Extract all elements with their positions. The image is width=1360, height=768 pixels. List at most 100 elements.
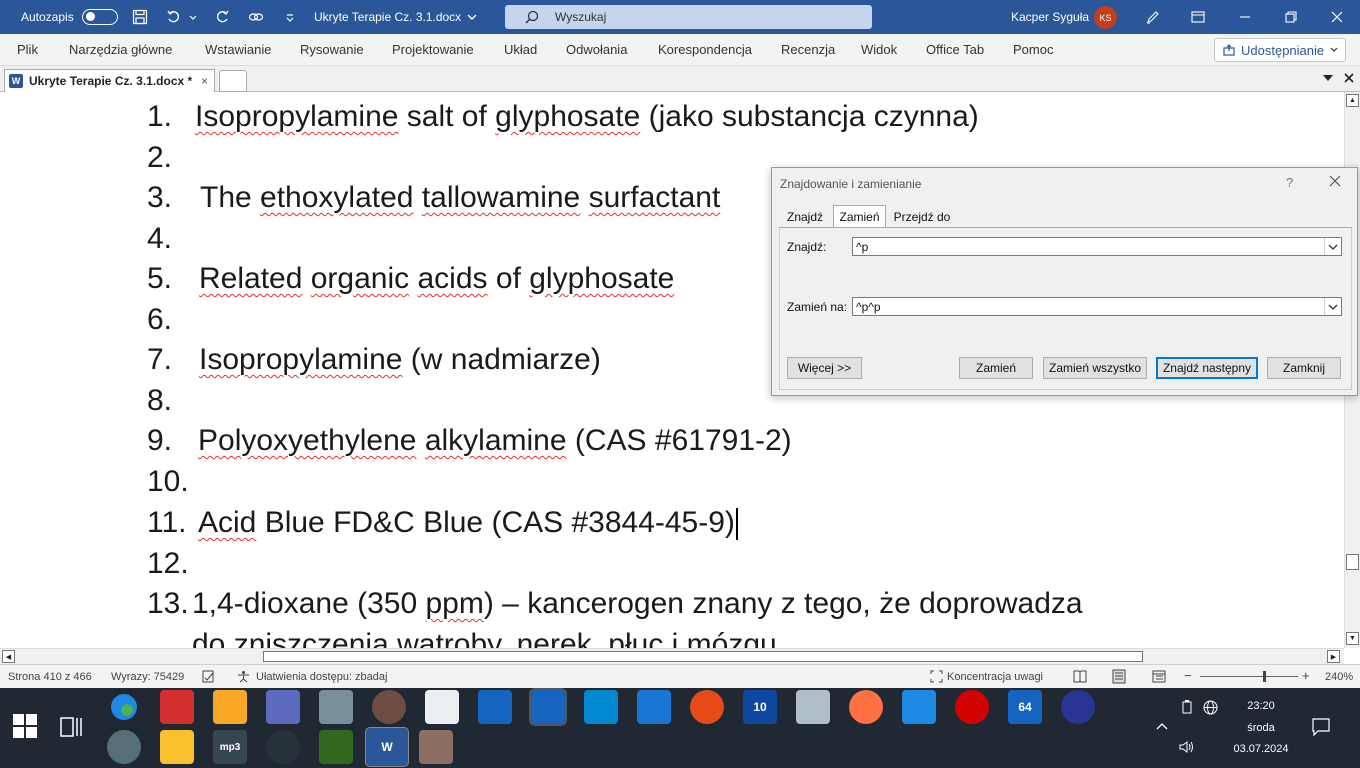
app-10-icon[interactable]: 10 [743,690,777,724]
new-tab-button[interactable] [219,70,247,92]
share-button[interactable]: Udostępnianie [1214,38,1346,62]
tab-odwolania[interactable]: Odwołania [566,42,627,57]
read-mode-icon[interactable] [1073,670,1087,683]
scroll-left-icon[interactable]: ◀ [2,650,15,663]
tab-wstawianie[interactable]: Wstawianie [205,42,271,57]
undo-dropdown-icon[interactable] [188,7,198,27]
edge-app-icon[interactable] [107,690,141,724]
clock-time[interactable]: 23:20 [1236,700,1286,712]
proofing-icon[interactable] [202,670,215,683]
accessibility-status[interactable]: Ułatwienia dostępu: zbadaj [256,671,387,683]
windows-start-icon[interactable] [12,713,38,739]
customize-toolbar-icon[interactable] [280,7,300,27]
focus-mode[interactable]: Koncentracja uwagi [947,671,1043,683]
zoom-slider[interactable] [1200,676,1298,677]
replace-history-dropdown[interactable] [1324,298,1341,315]
megaphone-app-icon[interactable] [690,690,724,724]
tab-znajdz[interactable]: Znajdź [782,206,828,227]
close-tab-icon[interactable]: × [201,74,208,88]
page-count[interactable]: Strona 410 z 466 [8,671,92,683]
tab-uklad[interactable]: Układ [504,42,537,57]
battery-icon[interactable] [1181,700,1193,714]
ribbon-display-icon[interactable] [1189,8,1207,26]
web-layout-icon[interactable] [1152,670,1166,683]
clock-day[interactable]: środa [1236,722,1286,734]
help-icon[interactable]: ? [1286,175,1293,190]
avatar[interactable]: KS [1094,6,1117,29]
replace-button[interactable]: Zamień [959,357,1033,379]
file-explorer-icon[interactable] [213,690,247,724]
save-app-icon[interactable] [478,690,512,724]
clock-date[interactable]: 03.07.2024 [1226,743,1296,755]
print-layout-icon[interactable] [1112,669,1126,684]
checkmark-app-icon[interactable] [160,730,194,764]
scroll-right-icon[interactable]: ▶ [1327,650,1340,663]
close-window-icon[interactable] [1328,8,1346,26]
zoom-level[interactable]: 240% [1325,671,1353,683]
disc-app-icon[interactable] [266,730,300,764]
tab-plik[interactable]: Plik [17,42,38,57]
mail-app-icon[interactable] [160,690,194,724]
replace-all-button[interactable]: Zamień wszystko [1043,357,1147,379]
user-name[interactable]: Kacper Syguła [1011,10,1089,24]
chevron-up-icon[interactable] [1156,722,1168,730]
tab-narzedzia-glowne[interactable]: Narzędzia główne [69,42,172,57]
paint-app-icon[interactable] [419,730,453,764]
app-64-icon[interactable]: 64 [1008,690,1042,724]
close-all-tabs-icon[interactable] [1341,70,1357,86]
blocked-app-icon[interactable] [796,690,830,724]
pen-icon[interactable] [1144,8,1162,26]
tab-pomoc[interactable]: Pomoc [1013,42,1053,57]
more-button[interactable]: Więcej >> [787,357,862,379]
word-count[interactable]: Wyrazy: 75429 [111,671,184,683]
window-app-icon[interactable] [902,690,936,724]
envelope-app-icon[interactable] [425,690,459,724]
replace-field[interactable] [852,297,1342,316]
media-app-icon[interactable] [372,690,406,724]
zoom-in-icon[interactable]: + [1302,668,1310,683]
zoom-slider-knob[interactable] [1263,671,1266,682]
redo-icon[interactable] [212,7,232,27]
tab-przejdz-do[interactable]: Przejdź do [891,206,953,227]
zoom-out-icon[interactable]: − [1184,668,1192,683]
security-app-icon[interactable] [637,690,671,724]
vertical-scroll-thumb[interactable] [1346,554,1359,570]
document-tab[interactable]: W Ukryte Terapie Cz. 3.1.docx * × [4,69,215,92]
close-icon[interactable] [1327,173,1343,189]
find-next-button[interactable]: Znajdź następny [1156,357,1258,379]
network-app-icon[interactable] [584,690,618,724]
autosave-toggle[interactable] [81,9,118,25]
search-box[interactable]: Wyszukaj [505,5,872,29]
find-input[interactable] [853,239,1313,254]
document-title[interactable]: Ukryte Terapie Cz. 3.1.docx [314,10,477,24]
find-field[interactable] [852,237,1342,256]
tab-widok[interactable]: Widok [861,42,897,57]
globe-icon[interactable] [1203,700,1218,715]
scroll-up-icon[interactable]: ▲ [1346,94,1359,107]
chart-app-icon[interactable] [319,730,353,764]
tab-list-dropdown-icon[interactable] [1320,70,1336,86]
task-view-icon[interactable] [60,716,84,738]
volume-icon[interactable] [1179,740,1195,754]
tab-rysowanie[interactable]: Rysowanie [300,42,364,57]
link-icon[interactable] [246,7,266,27]
tab-projektowanie[interactable]: Projektowanie [392,42,474,57]
horizontal-scroll-thumb[interactable] [263,651,1143,662]
horizontal-scrollbar[interactable]: ◀ ▶ [0,648,1344,664]
save-app-2-icon[interactable] [529,688,567,726]
restore-icon[interactable] [1282,8,1300,26]
find-history-dropdown[interactable] [1324,238,1341,255]
microsoft-store-icon[interactable] [266,690,300,724]
speedometer-app-icon[interactable] [107,730,141,764]
save-icon[interactable] [130,7,150,27]
firefox-icon[interactable] [849,690,883,724]
tab-korespondencja[interactable]: Korespondencja [658,42,752,57]
tab-recenzja[interactable]: Recenzja [781,42,835,57]
tab-office-tab[interactable]: Office Tab [926,42,984,57]
word-app-icon[interactable]: W [365,727,409,767]
mp3-app-icon[interactable]: mp3 [213,730,247,764]
replace-input[interactable] [853,299,1313,314]
fire-app-icon[interactable] [1061,690,1095,724]
scroll-down-icon[interactable]: ▼ [1346,632,1359,645]
undo-icon[interactable] [164,7,184,27]
